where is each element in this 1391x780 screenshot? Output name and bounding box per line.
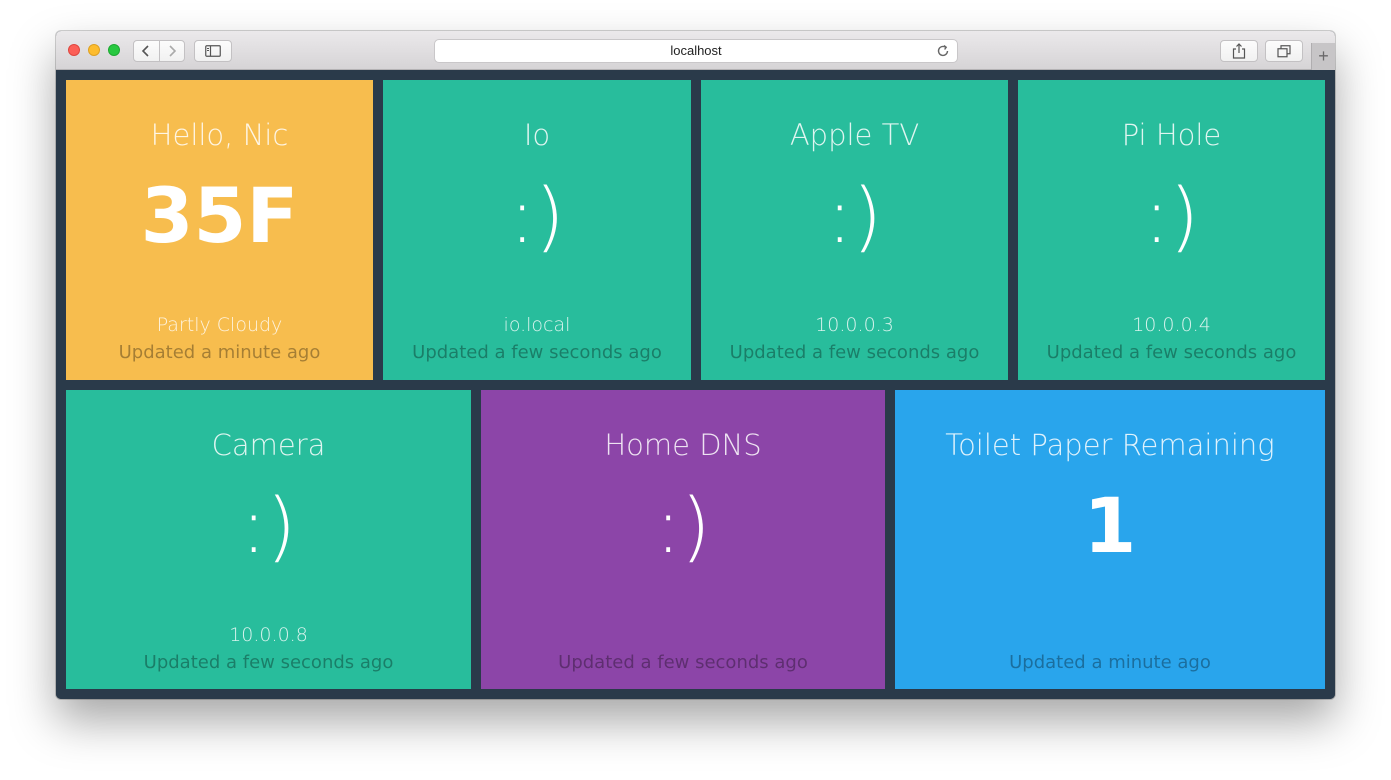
new-tab-button[interactable]: +	[1311, 43, 1335, 70]
weather-condition: Partly Cloudy	[156, 314, 283, 336]
tile-title: Io	[523, 118, 551, 152]
tile-updated: Updated a few seconds ago	[143, 652, 394, 673]
close-window-button[interactable]	[68, 44, 80, 56]
tile-updated: Updated a few seconds ago	[412, 342, 662, 363]
history-navigation	[133, 40, 185, 62]
device-tile-io: Io :) io.local Updated a few seconds ago	[383, 80, 691, 380]
share-icon	[1232, 43, 1246, 59]
tile-title: Hello, Nic	[150, 118, 289, 152]
chevron-right-icon	[169, 45, 176, 57]
weather-tile: Hello, Nic 35F Partly Cloudy Updated a m…	[66, 80, 373, 380]
back-button[interactable]	[134, 41, 160, 61]
minimize-window-button[interactable]	[88, 44, 100, 56]
status-face: :)	[509, 171, 565, 260]
device-tile-camera: Camera :) 10.0.0.8 Updated a few seconds…	[66, 390, 471, 689]
tile-title: Camera	[211, 428, 326, 462]
tile-title: Pi Hole	[1121, 118, 1222, 152]
sidebar-toggle-button[interactable]	[194, 40, 232, 62]
browser-toolbar: localhost +	[56, 31, 1335, 70]
device-address: 10.0.0.4	[1132, 314, 1211, 336]
service-tile-home-dns: Home DNS :) Updated a few seconds ago	[481, 390, 885, 689]
tile-title: Apple TV	[789, 118, 920, 152]
address-bar[interactable]: localhost	[434, 39, 958, 63]
status-face: :)	[826, 171, 883, 260]
device-address: 10.0.0.8	[229, 624, 308, 646]
counter-tile-toilet-paper: Toilet Paper Remaining 1 Updated a minut…	[895, 390, 1325, 689]
tile-updated: Updated a minute ago	[1009, 652, 1211, 673]
browser-window: localhost + Hello, Nic 35F Partly Cloudy…	[56, 31, 1335, 699]
sidebar-icon	[205, 45, 221, 57]
tile-updated: Updated a few seconds ago	[729, 342, 980, 363]
device-address: io.local	[503, 314, 571, 336]
chevron-left-icon	[142, 45, 149, 57]
status-face: :)	[240, 481, 297, 570]
device-address: 10.0.0.3	[815, 314, 894, 336]
show-tabs-button[interactable]	[1265, 40, 1303, 62]
tile-title: Toilet Paper Remaining	[945, 428, 1275, 462]
tile-title: Home DNS	[604, 428, 762, 462]
status-face: :)	[655, 481, 711, 570]
tabs-overview-icon	[1277, 44, 1291, 57]
share-button[interactable]	[1220, 40, 1258, 62]
tile-updated: Updated a few seconds ago	[1046, 342, 1297, 363]
zoom-window-button[interactable]	[108, 44, 120, 56]
device-tile-apple-tv: Apple TV :) 10.0.0.3 Updated a few secon…	[701, 80, 1008, 380]
forward-button[interactable]	[160, 41, 185, 61]
dashboard: Hello, Nic 35F Partly Cloudy Updated a m…	[56, 70, 1335, 699]
status-face: :)	[1143, 171, 1200, 260]
tile-updated: Updated a minute ago	[118, 342, 321, 363]
url-text: localhost	[670, 43, 722, 58]
device-tile-pi-hole: Pi Hole :) 10.0.0.4 Updated a few second…	[1018, 80, 1325, 380]
reload-icon[interactable]	[935, 43, 951, 59]
tile-updated: Updated a few seconds ago	[558, 652, 808, 673]
counter-value: 1	[1083, 481, 1137, 570]
temperature-value: 35F	[140, 171, 299, 260]
